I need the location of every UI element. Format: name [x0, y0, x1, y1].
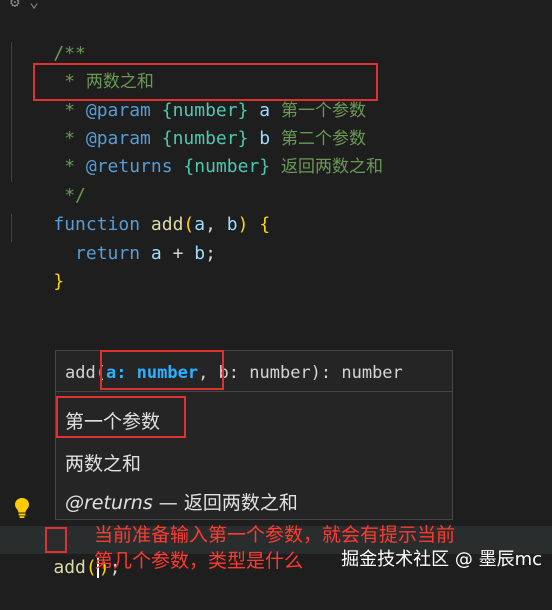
code-line-6: */: [10, 154, 86, 206]
param-b: b: [226, 214, 238, 235]
semicolon: ;: [205, 243, 216, 264]
jsdoc-type: {number}: [183, 156, 271, 177]
annotation-line-2: 第几个参数，类型是什么: [94, 550, 304, 572]
code-line-4: * @param {number} b 第二个参数: [10, 97, 366, 149]
highlight-box-call-parens: [45, 527, 67, 553]
keyword-return: return: [75, 243, 141, 264]
var-b: b: [194, 243, 206, 264]
call-function-name: add: [53, 557, 86, 578]
returns-text: — 返回两数之和: [152, 492, 298, 514]
operator-plus: +: [161, 243, 195, 264]
highlight-box-active-param: [100, 350, 224, 390]
returns-doc: @returns — 返回两数之和: [65, 488, 298, 515]
code-line-9: }: [10, 240, 64, 292]
function-summary: 两数之和: [65, 453, 142, 475]
jsdoc-returns-desc: 返回两数之和: [280, 157, 383, 177]
code-line-1: /**: [10, 12, 86, 64]
code-line-8: return a + b;: [10, 212, 216, 264]
lightbulb-icon[interactable]: [14, 497, 30, 519]
code-editor[interactable]: ⚙ ⌄ /** * 两数之和 * @param {number} a 第一个参数…: [0, 0, 552, 583]
signature-rest: , b: number): number: [198, 363, 403, 383]
popup-divider: [56, 391, 452, 392]
code-line-5: * @returns {number} 返回两数之和: [10, 125, 383, 177]
var-a: a: [150, 243, 162, 264]
brace-close: }: [53, 271, 65, 292]
code-line-7: function add(a, b) {: [10, 183, 270, 235]
highlight-box-param-a: [33, 63, 378, 101]
settings-icon: ⚙ ⌄: [10, 0, 39, 11]
annotation-line-1: 当前准备输入第一个参数，就会有提示当前: [94, 524, 456, 546]
highlight-box-param-doc: [56, 396, 186, 438]
jsdoc-tag: @returns: [85, 156, 173, 177]
watermark: 掘金技术社区 @ 墨辰mc: [341, 549, 542, 570]
brace-open: {: [259, 214, 271, 235]
returns-tag: @returns: [65, 492, 153, 514]
paren-close: ): [237, 214, 249, 235]
